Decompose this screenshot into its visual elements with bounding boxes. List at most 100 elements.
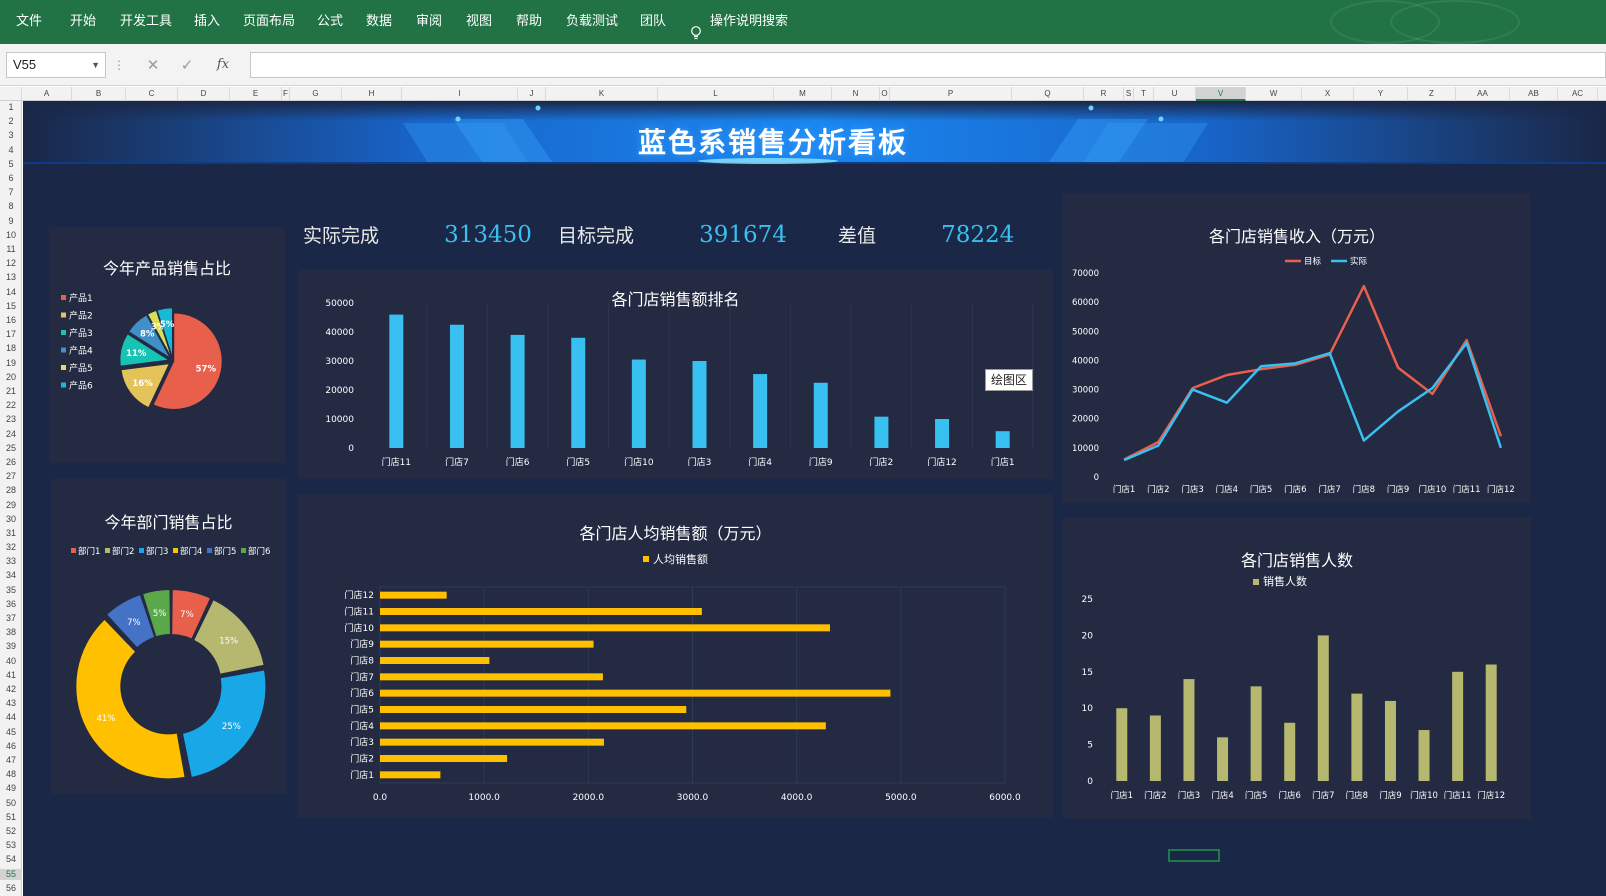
row-header[interactable]: 29 [0,500,22,511]
tab-view[interactable]: 视图 [466,0,492,44]
row-header[interactable]: 19 [0,358,22,369]
row-header[interactable]: 7 [0,187,22,198]
column-header[interactable]: B [72,87,126,101]
insert-function-icon[interactable]: fx [208,52,238,78]
row-header[interactable]: 15 [0,301,22,312]
row-header[interactable]: 54 [0,854,22,865]
chevron-down-icon[interactable]: ▼ [91,53,100,77]
column-header[interactable]: AC [1558,87,1598,101]
row-header[interactable]: 56 [0,883,22,894]
chart-department-share[interactable]: 今年部门销售占比 部门1 部门2 部门3 部门4 部门5 部门6 7% 15% 25% 41% 7%… [51,479,286,794]
row-header[interactable]: 34 [0,570,22,581]
column-header[interactable]: G [290,87,342,101]
chart-store-staff[interactable]: 各门店销售人数 销售人数 0 5 10 15 20 25 门店1 门店2 门店3 门店4 门店5 门店6… [1063,517,1531,819]
row-header[interactable]: 18 [0,343,22,354]
column-header[interactable]: L [658,87,774,101]
active-cell-selection[interactable] [1168,849,1220,862]
select-all-corner[interactable] [0,87,22,101]
column-header[interactable]: Y [1354,87,1408,101]
tell-me-search[interactable]: 操作说明搜索 [690,0,788,44]
row-header[interactable]: 3 [0,130,22,141]
row-header[interactable]: 46 [0,741,22,752]
row-header[interactable]: 6 [0,173,22,184]
row-header[interactable]: 47 [0,755,22,766]
name-box[interactable]: V55 ▼ [6,52,106,78]
tab-developer[interactable]: 开发工具 [120,0,172,44]
row-header[interactable]: 39 [0,641,22,652]
enter-icon[interactable]: ✓ [172,52,202,78]
column-header[interactable]: AB [1510,87,1558,101]
row-header[interactable]: 16 [0,315,22,326]
row-header[interactable]: 31 [0,528,22,539]
row-header[interactable]: 21 [0,386,22,397]
row-header[interactable]: 4 [0,145,22,156]
row-header[interactable]: 22 [0,400,22,411]
chart-store-ranking[interactable]: 各门店销售额排名 0 10000 20000 30000 40000 50000 门店11 门… [298,269,1053,479]
row-header[interactable]: 43 [0,698,22,709]
row-header[interactable]: 24 [0,429,22,440]
tab-data[interactable]: 数据 [366,0,392,44]
column-header[interactable]: X [1302,87,1354,101]
row-header[interactable]: 27 [0,471,22,482]
row-header[interactable]: 51 [0,812,22,823]
row-header[interactable]: 17 [0,329,22,340]
row-header[interactable]: 5 [0,159,22,170]
tab-file[interactable]: 文件 [16,0,42,44]
row-header[interactable]: 48 [0,769,22,780]
row-header[interactable]: 28 [0,485,22,496]
column-header[interactable]: T [1134,87,1154,101]
chart-product-share[interactable]: 今年产品销售占比 产品1 产品2 产品3 产品4 产品5 产品6 57% 16% 11% 8% 3%… [49,227,285,463]
row-header[interactable]: 36 [0,599,22,610]
column-header[interactable]: E [230,87,282,101]
row-header[interactable]: 30 [0,514,22,525]
row-header[interactable]: 49 [0,783,22,794]
column-header[interactable]: H [342,87,402,101]
row-header[interactable]: 44 [0,712,22,723]
row-header[interactable]: 50 [0,798,22,809]
column-header[interactable]: F [282,87,290,101]
tab-help[interactable]: 帮助 [516,0,542,44]
row-header[interactable]: 25 [0,443,22,454]
column-header[interactable]: AA [1456,87,1510,101]
row-header[interactable]: 26 [0,457,22,468]
column-header[interactable]: M [774,87,832,101]
column-header[interactable]: W [1246,87,1302,101]
row-header[interactable]: 37 [0,613,22,624]
column-header[interactable]: S [1124,87,1134,101]
column-header[interactable]: U [1154,87,1196,101]
row-header[interactable]: 52 [0,826,22,837]
row-header[interactable]: 38 [0,627,22,638]
tab-team[interactable]: 团队 [640,0,666,44]
column-header[interactable]: A [22,87,72,101]
cancel-icon[interactable]: ✕ [138,52,168,78]
row-header[interactable]: 1 [0,102,22,113]
row-header[interactable]: 40 [0,656,22,667]
row-header[interactable]: 20 [0,372,22,383]
row-header[interactable]: 32 [0,542,22,553]
column-header[interactable]: O [880,87,890,101]
tab-insert[interactable]: 插入 [194,0,220,44]
column-header[interactable]: V [1196,87,1246,101]
row-header[interactable]: 53 [0,840,22,851]
column-header[interactable]: C [126,87,178,101]
row-header[interactable]: 11 [0,244,22,255]
row-header[interactable]: 33 [0,556,22,567]
column-header[interactable]: I [402,87,518,101]
tab-page-layout[interactable]: 页面布局 [243,0,295,44]
column-header[interactable]: P [890,87,1012,101]
row-header[interactable]: 23 [0,414,22,425]
formula-input[interactable] [250,52,1606,78]
tab-home[interactable]: 开始 [70,0,96,44]
row-header[interactable]: 2 [0,116,22,127]
row-header[interactable]: 8 [0,201,22,212]
row-header[interactable]: 45 [0,727,22,738]
row-header[interactable]: 55 [0,868,22,880]
column-header[interactable]: R [1084,87,1124,101]
column-header[interactable]: Z [1408,87,1456,101]
column-header[interactable]: D [178,87,230,101]
tab-load-test[interactable]: 负载测试 [566,0,618,44]
row-header[interactable]: 14 [0,287,22,298]
row-header[interactable]: 12 [0,258,22,269]
row-header[interactable]: 9 [0,216,22,227]
tab-review[interactable]: 审阅 [416,0,442,44]
